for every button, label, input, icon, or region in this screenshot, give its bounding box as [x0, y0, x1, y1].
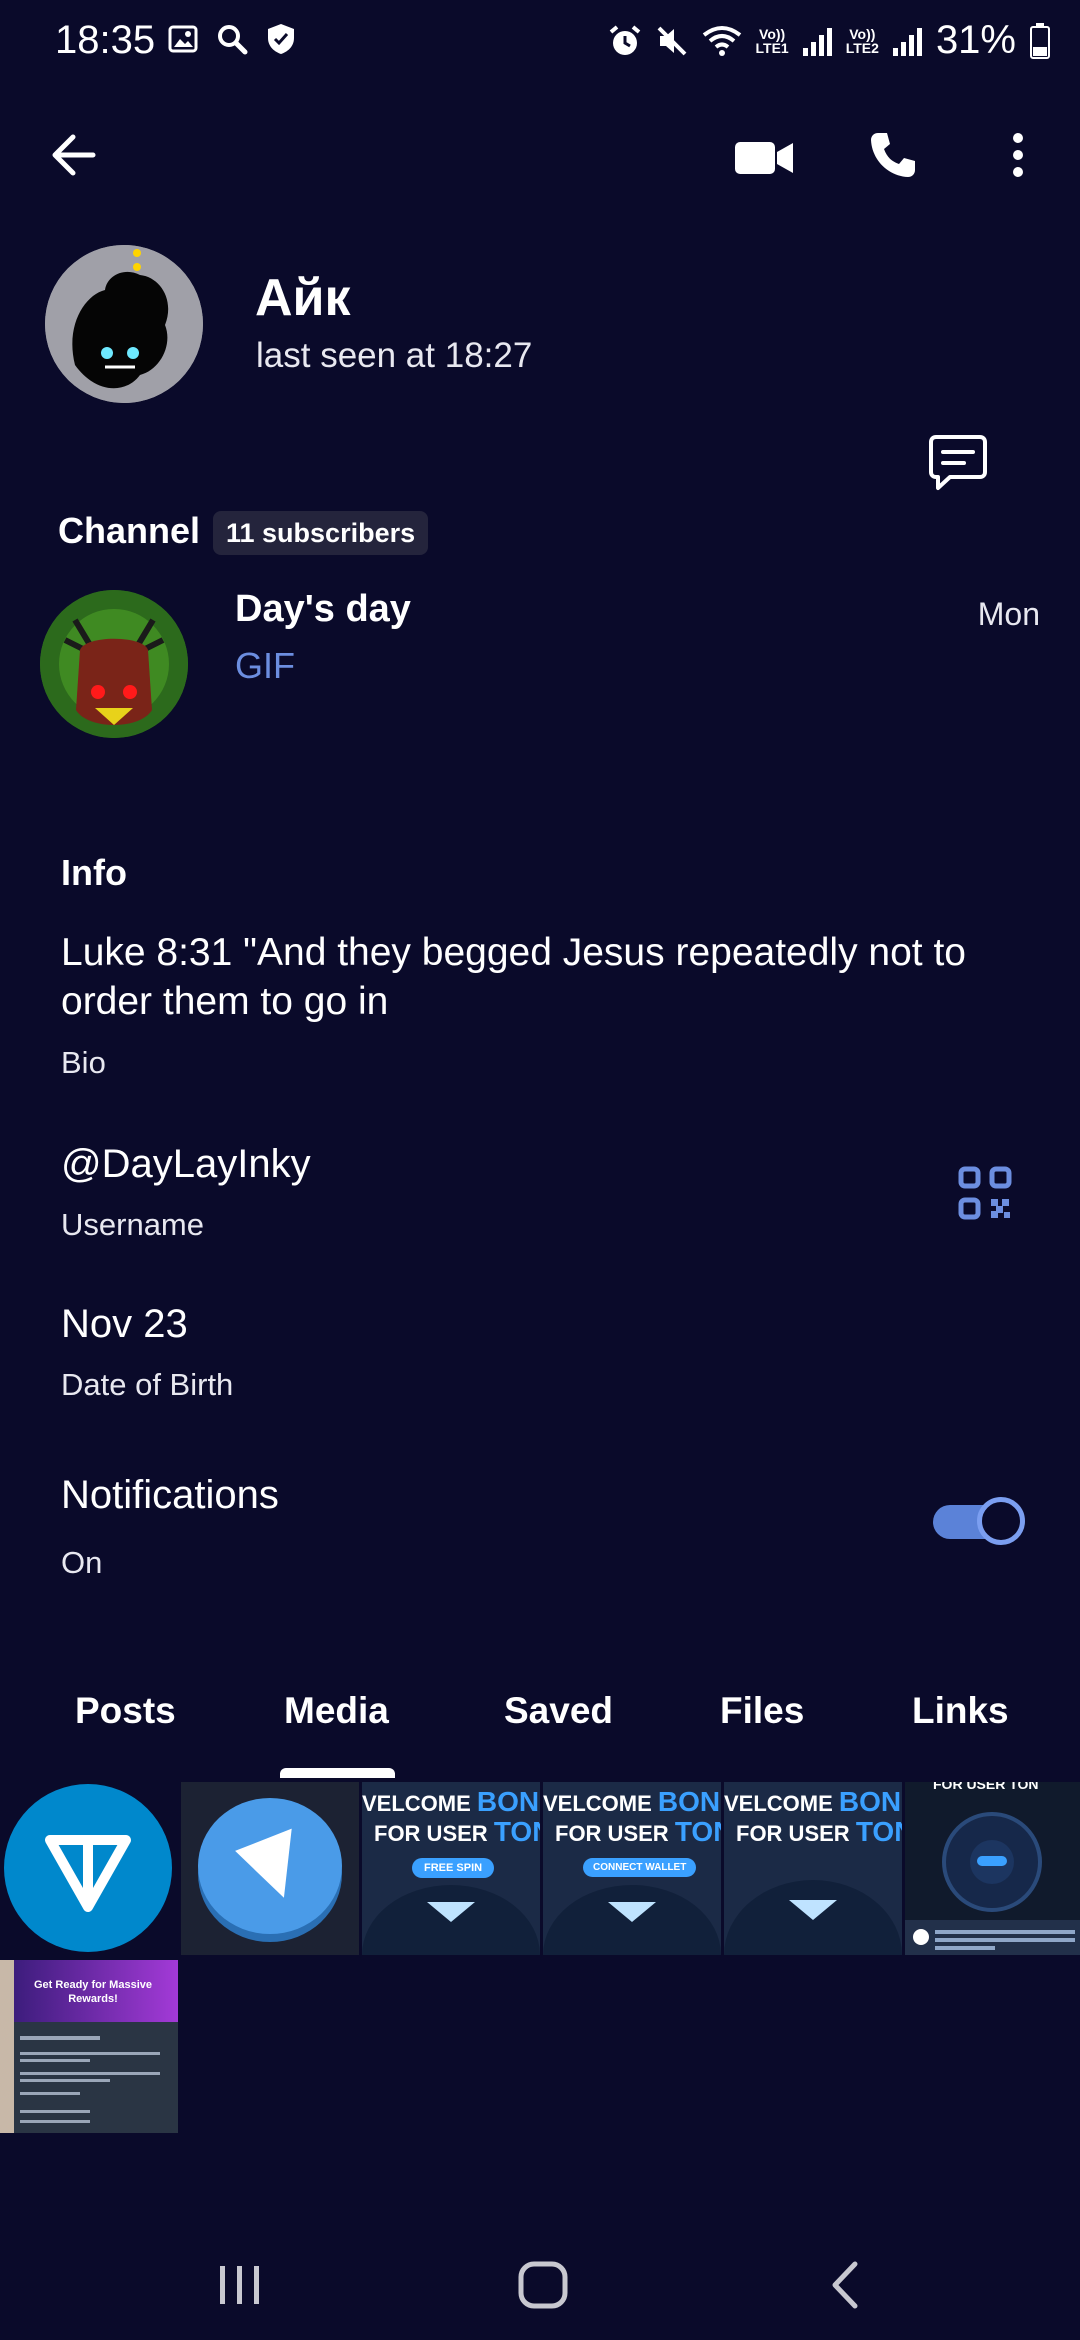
- username-caption: Username: [61, 1207, 204, 1242]
- home-button[interactable]: [500, 2250, 585, 2320]
- more-button[interactable]: [995, 125, 1040, 185]
- call-button[interactable]: [860, 125, 925, 185]
- channel-label: Channel: [58, 510, 201, 551]
- subscribers-badge: 11 subscribers: [213, 511, 429, 555]
- sim1-label: Vo)) LTE1: [755, 25, 789, 56]
- qr-code-button[interactable]: [955, 1163, 1015, 1223]
- mute-icon: [657, 26, 686, 55]
- media-item[interactable]: FOR USER TON: [905, 1782, 1080, 1955]
- phone-icon: [870, 133, 915, 177]
- notifications-toggle[interactable]: [933, 1497, 1025, 1545]
- more-vertical-icon: [1012, 133, 1023, 177]
- tab-indicator: [280, 1768, 395, 1778]
- tab-files[interactable]: Files: [720, 1690, 804, 1732]
- media-item[interactable]: VELCOME BONU FOR USER TON CONNECT WALLET: [543, 1782, 721, 1955]
- recent-apps-button[interactable]: [200, 2250, 280, 2320]
- image-icon: [168, 25, 198, 53]
- notifications-state: On: [61, 1545, 103, 1580]
- recent-apps-icon: [220, 2266, 259, 2304]
- channel-last-message: GIF: [235, 645, 295, 686]
- search-icon: [218, 25, 248, 55]
- back-button[interactable]: [38, 125, 108, 185]
- free-spin-button: FREE SPIN: [412, 1858, 495, 1878]
- profile-name: Айк: [255, 269, 351, 327]
- arrow-left-icon: [52, 134, 96, 176]
- battery-icon: [1030, 22, 1050, 59]
- channel-title[interactable]: Day's day: [235, 588, 411, 631]
- profile-avatar[interactable]: [45, 245, 203, 403]
- sim2-signal-icon: [892, 26, 922, 56]
- qr-code-icon: [958, 1166, 1012, 1220]
- media-item[interactable]: [181, 1782, 359, 1955]
- message-button[interactable]: [925, 432, 991, 494]
- battery-percent: 31%: [935, 18, 1016, 62]
- birthday-value: Nov 23: [61, 1302, 188, 1346]
- info-title: Info: [61, 852, 127, 893]
- birthday-caption: Date of Birth: [61, 1367, 234, 1402]
- channel-time: Mon: [977, 596, 1040, 632]
- shield-icon: [268, 24, 294, 54]
- status-time: 18:35: [55, 18, 156, 62]
- video-call-button[interactable]: [730, 130, 800, 185]
- system-back-button[interactable]: [810, 2250, 880, 2320]
- media-item[interactable]: VELCOME BONU FOR USER TON FREE SPIN: [362, 1782, 540, 1955]
- last-seen: last seen at 18:27: [256, 336, 533, 375]
- chevron-left-icon: [832, 2261, 858, 2309]
- notifications-label[interactable]: Notifications: [61, 1473, 279, 1518]
- system-nav-bar: [0, 2220, 1080, 2340]
- video-call-icon: [735, 141, 793, 174]
- status-left-icons: [168, 22, 296, 56]
- tab-posts[interactable]: Posts: [75, 1690, 176, 1732]
- media-item[interactable]: [0, 1782, 178, 1955]
- media-tabs: Posts Media Saved Files Links: [0, 1690, 1080, 1780]
- sim1-signal-icon: [802, 26, 832, 56]
- bio-text[interactable]: Luke 8:31 "And they begged Jesus repeate…: [61, 928, 1041, 1026]
- sim2-label: Vo)) LTE2: [845, 25, 879, 56]
- tab-links[interactable]: Links: [912, 1690, 1009, 1732]
- status-right: Vo)) LTE1 Vo)) LTE2 31%: [608, 18, 1050, 63]
- username-value[interactable]: @DayLayInky: [61, 1142, 311, 1187]
- bio-caption: Bio: [61, 1045, 106, 1080]
- wifi-icon: [702, 25, 741, 56]
- rewards-title: Get Ready for Massive Rewards!: [34, 1979, 152, 2005]
- channel-avatar[interactable]: [40, 590, 188, 738]
- home-icon: [518, 2261, 567, 2309]
- connect-wallet-button: CONNECT WALLET: [583, 1858, 697, 1877]
- media-item[interactable]: Get Ready for Massive Rewards!: [0, 1960, 178, 2133]
- tab-media[interactable]: Media: [284, 1690, 389, 1732]
- message-icon: [929, 435, 987, 490]
- tab-saved[interactable]: Saved: [504, 1690, 613, 1732]
- alarm-icon: [609, 24, 640, 55]
- media-item[interactable]: VELCOME BONU FOR USER TON: [724, 1782, 902, 1955]
